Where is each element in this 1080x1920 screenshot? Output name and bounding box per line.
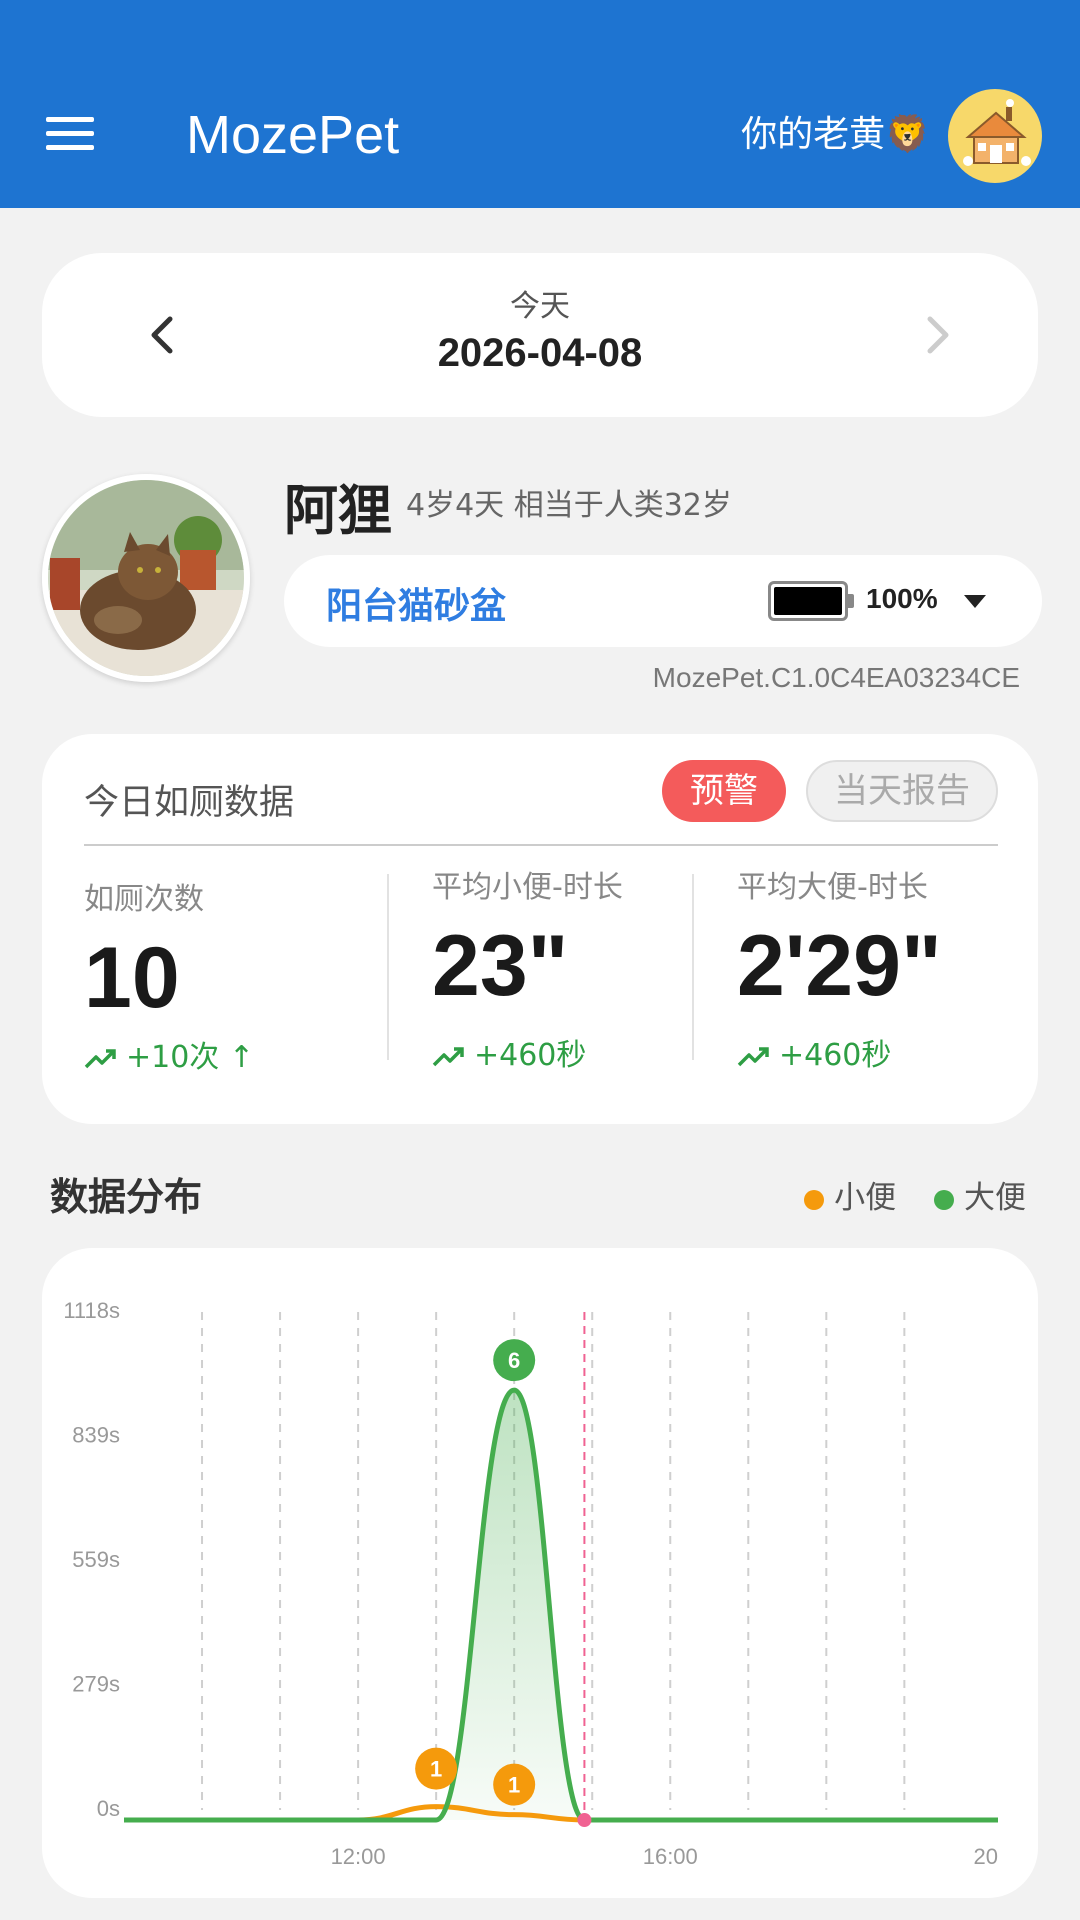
device-name: 阳台猫砂盆 bbox=[326, 586, 507, 627]
series-area-stool bbox=[124, 1390, 998, 1820]
trending-up-icon bbox=[737, 1046, 769, 1066]
y-tick-label: 839s bbox=[72, 1423, 120, 1448]
date-value[interactable]: 2026-04-08 bbox=[42, 331, 1038, 376]
daily-report-button[interactable]: 当天报告 bbox=[806, 760, 998, 822]
y-tick-label: 1118s bbox=[63, 1298, 120, 1323]
y-tick-label: 279s bbox=[72, 1672, 120, 1697]
x-tick-label: 16:00 bbox=[643, 1844, 698, 1869]
stat-change: +460秒 bbox=[432, 1030, 623, 1074]
divider bbox=[84, 844, 998, 846]
chevron-right-icon[interactable] bbox=[908, 305, 968, 365]
distribution-title: 数据分布 bbox=[50, 1175, 203, 1219]
legend-item-stool: 大便 bbox=[934, 1172, 1026, 1217]
stat-label: 如厕次数 bbox=[84, 882, 204, 917]
stat-change-text: +460秒 bbox=[474, 1038, 587, 1073]
hamburger-icon[interactable] bbox=[46, 117, 94, 151]
distribution-chart-card: 1118s 839s 559s 279s 0s 12:00 16:00 20 1 1 6 bbox=[42, 1248, 1038, 1898]
column-separator bbox=[692, 874, 694, 1060]
stat-change-text: +460秒 bbox=[779, 1038, 892, 1073]
dropdown-arrow-icon[interactable] bbox=[964, 595, 986, 608]
user-avatar[interactable] bbox=[948, 89, 1042, 183]
stat-avg-urine: 平均小便-时长 23" +460秒 bbox=[432, 870, 623, 1074]
battery-percent: 100% bbox=[866, 583, 938, 614]
legend-dot bbox=[804, 1189, 825, 1210]
cat-photo bbox=[48, 480, 244, 676]
stat-avg-stool: 平均大便-时长 2'29" +460秒 bbox=[737, 870, 942, 1074]
trending-up-icon bbox=[84, 1048, 116, 1068]
app-title: MozePet bbox=[186, 105, 400, 165]
stat-visit-count: 如厕次数 10 +10次 ↑ bbox=[84, 874, 254, 1076]
pet-photo[interactable] bbox=[42, 474, 250, 682]
stat-label: 平均小便-时长 bbox=[432, 870, 623, 905]
house-avatar-icon bbox=[963, 99, 1031, 166]
app-bar: MozePet 你的老黄🦁 bbox=[0, 0, 1080, 208]
legend-dot bbox=[934, 1189, 954, 1210]
current-time-marker bbox=[577, 1813, 592, 1827]
data-marker-label: 1 bbox=[508, 1773, 520, 1798]
legend-label: 大便 bbox=[964, 1180, 1026, 1216]
x-tick-label: 12:00 bbox=[331, 1844, 386, 1869]
stat-change-text: +10次 ↑ bbox=[126, 1040, 254, 1075]
column-separator bbox=[387, 874, 389, 1060]
device-id: MozePet.C1.0C4EA03234CE bbox=[652, 662, 1020, 693]
stat-value: 23" bbox=[432, 918, 569, 1014]
distribution-chart[interactable]: 1118s 839s 559s 279s 0s 12:00 16:00 20 1 1 6 bbox=[42, 1248, 1038, 1898]
date-navigator: 今天 2026-04-08 bbox=[42, 253, 1038, 417]
legend-label: 小便 bbox=[834, 1180, 897, 1216]
device-selector[interactable]: 阳台猫砂盆 100% bbox=[284, 555, 1042, 647]
stat-value: 10 bbox=[84, 930, 180, 1026]
chart-legend: 小便 大便 bbox=[776, 1172, 1026, 1217]
stats-title: 今日如厕数据 bbox=[84, 783, 295, 823]
stat-change: +10次 ↑ bbox=[84, 1032, 254, 1076]
stat-label: 平均大便-时长 bbox=[737, 870, 928, 905]
pet-age: 4岁4天 相当于人类32岁 bbox=[406, 488, 732, 523]
data-marker-label: 1 bbox=[430, 1757, 442, 1782]
date-label: 今天 bbox=[510, 289, 570, 324]
x-tick-label: 20 bbox=[974, 1844, 998, 1869]
pet-name: 阿狸 bbox=[284, 479, 392, 542]
stat-value: 2'29" bbox=[737, 918, 942, 1014]
data-marker-label: 6 bbox=[508, 1348, 520, 1373]
stat-change: +460秒 bbox=[737, 1030, 942, 1074]
trending-up-icon bbox=[432, 1046, 464, 1066]
user-name[interactable]: 你的老黄🦁 bbox=[741, 112, 930, 158]
y-tick-label: 559s bbox=[72, 1547, 120, 1572]
toilet-stats-card: 今日如厕数据 预警 当天报告 如厕次数 10 +10次 ↑ 平均小便-时长 23… bbox=[42, 734, 1038, 1124]
y-tick-label: 0s bbox=[97, 1796, 120, 1821]
battery-icon bbox=[768, 581, 854, 621]
legend-item-urine: 小便 bbox=[804, 1172, 896, 1217]
warning-button[interactable]: 预警 bbox=[662, 760, 786, 822]
